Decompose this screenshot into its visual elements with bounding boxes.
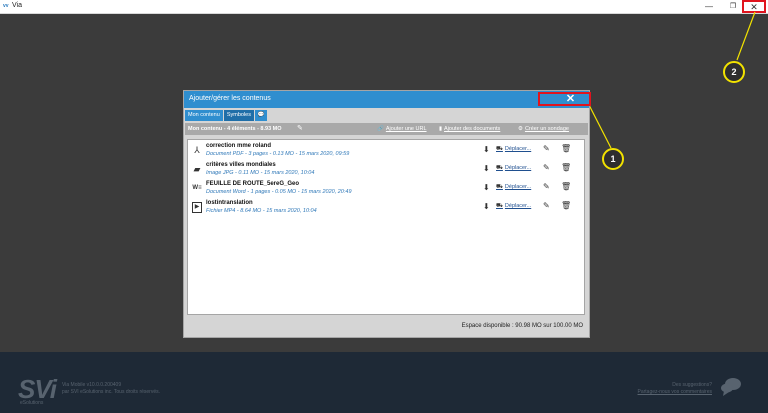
move-icon: ⛟ (496, 165, 503, 171)
svi-logo-subtitle: eSolutions (20, 400, 44, 406)
maximize-button[interactable]: ❐ (722, 0, 744, 13)
link-icon: 🔗 (377, 126, 384, 132)
item-meta: Image JPG - 0.11 MO - 15 mars 2020, 10:0… (206, 170, 315, 176)
move-link[interactable]: ⛟ Déplacer... (496, 146, 531, 153)
item-meta: Document PDF - 3 pages - 0.13 MO - 15 ma… (206, 151, 350, 157)
suggestions: Des suggestions? Partagez-nous vos comme… (638, 382, 712, 396)
tab-chat-icon[interactable]: 💬 (254, 110, 267, 121)
list-item[interactable]: W≡ FEUILLE DE ROUTE_5ereG_Geo Document W… (188, 180, 584, 198)
download-icon[interactable]: ⬇ (483, 164, 490, 173)
edit-icon[interactable]: ✎ (543, 144, 550, 153)
add-url-label: Ajouter une URL (385, 126, 427, 132)
minimize-button[interactable]: — (698, 0, 720, 13)
move-label: Déplacer... (504, 165, 532, 171)
move-icon: ⛟ (496, 146, 503, 152)
move-label: Déplacer... (504, 184, 532, 190)
window-titlebar: vv Via — ❐ ✕ (0, 0, 768, 14)
rename-pencil-icon[interactable]: ✎ (297, 124, 303, 132)
delete-icon[interactable]: 🗑 (561, 201, 571, 210)
delete-icon[interactable]: 🗑 (561, 163, 571, 172)
word-icon: W≡ (192, 185, 202, 191)
move-link[interactable]: ⛟ Déplacer... (496, 165, 531, 172)
content-toolbar: Mon contenu - 4 éléments - 8.93 MO ✎ 🔗 Aj… (185, 123, 588, 135)
edit-icon[interactable]: ✎ (543, 182, 550, 191)
app-logo-icon: vv (3, 3, 9, 9)
poll-icon: ⚙ (518, 126, 523, 132)
download-icon[interactable]: ⬇ (483, 145, 490, 154)
item-meta: Document Word - 1 pages - 0.05 MO - 15 m… (206, 189, 352, 195)
move-icon: ⛟ (496, 184, 503, 190)
chat-bubble-icon[interactable] (720, 375, 742, 397)
item-meta: Fichier MP4 - 8.64 MO - 15 mars 2020, 10… (206, 208, 317, 214)
window-close-button[interactable]: ✕ (742, 0, 766, 13)
dialog-close-button[interactable]: ✕ (538, 92, 591, 106)
image-icon: ▰ (193, 164, 201, 174)
item-name: FEUILLE DE ROUTE_5ereG_Geo (206, 181, 300, 187)
content-list: ⅄ correction mme roland Document PDF - 3… (187, 139, 585, 315)
add-url-link[interactable]: 🔗 Ajouter une URL (377, 126, 427, 132)
move-label: Déplacer... (504, 203, 532, 209)
move-link[interactable]: ⛟ Déplacer... (496, 203, 531, 210)
list-item[interactable]: ⅄ correction mme roland Document PDF - 3… (188, 142, 584, 160)
item-name: lostintranslation (206, 200, 253, 206)
list-item[interactable]: ▰ critères villes mondiales Image JPG - … (188, 161, 584, 179)
feedback-link[interactable]: Partagez-nous vos commentaires (638, 389, 712, 396)
create-poll-link[interactable]: ⚙ Créer un sondage (518, 126, 569, 132)
item-name: critères villes mondiales (206, 162, 276, 168)
move-label: Déplacer... (504, 146, 532, 152)
dialog-title: Ajouter/gérer les contenus (189, 95, 271, 102)
content-manager-dialog: Ajouter/gérer les contenus ✕ Mon contenu… (183, 90, 591, 338)
move-link[interactable]: ⛟ Déplacer... (496, 184, 531, 191)
add-documents-link[interactable]: ▮ Ajouter des documents (439, 126, 500, 132)
edit-icon[interactable]: ✎ (543, 201, 550, 210)
download-icon[interactable]: ⬇ (483, 183, 490, 192)
document-icon: ▮ (439, 126, 443, 132)
delete-icon[interactable]: 🗑 (561, 182, 571, 191)
copyright-line: par SVI eSolutions inc. Tous droits rése… (62, 389, 161, 395)
pdf-icon: ⅄ (194, 145, 200, 155)
callout-1: 1 (602, 148, 624, 170)
item-name: correction mme roland (206, 143, 272, 149)
edit-icon[interactable]: ✎ (543, 163, 550, 172)
download-icon[interactable]: ⬇ (483, 202, 490, 211)
suggestions-question: Des suggestions? (672, 382, 712, 388)
tab-mon-contenu[interactable]: Mon contenu (185, 110, 223, 121)
version-info: Via Mobile v10.0.0.200409 par SVI eSolut… (62, 382, 160, 396)
list-item[interactable]: ▶ lostintranslation Fichier MP4 - 8.64 M… (188, 199, 584, 217)
content-summary: Mon contenu - 4 éléments - 8.93 MO (188, 126, 282, 132)
tab-symboles[interactable]: Symboles (223, 110, 254, 121)
app-footer: SVi eSolutions Via Mobile v10.0.0.200409… (0, 352, 768, 413)
dialog-header: Ajouter/gérer les contenus ✕ (184, 91, 591, 108)
delete-icon[interactable]: 🗑 (561, 144, 571, 153)
window-title: Via (12, 2, 22, 9)
dialog-tabs: Mon contenu Symboles 💬 (185, 110, 267, 121)
create-poll-label: Créer un sondage (524, 126, 569, 132)
add-documents-label: Ajouter des documents (444, 126, 501, 132)
video-icon: ▶ (192, 202, 202, 213)
move-icon: ⛟ (496, 203, 503, 209)
available-space: Espace disponible : 90.98 MO sur 100.00 … (461, 323, 583, 329)
version-line: Via Mobile v10.0.0.200409 (62, 382, 122, 388)
callout-2: 2 (723, 61, 745, 83)
